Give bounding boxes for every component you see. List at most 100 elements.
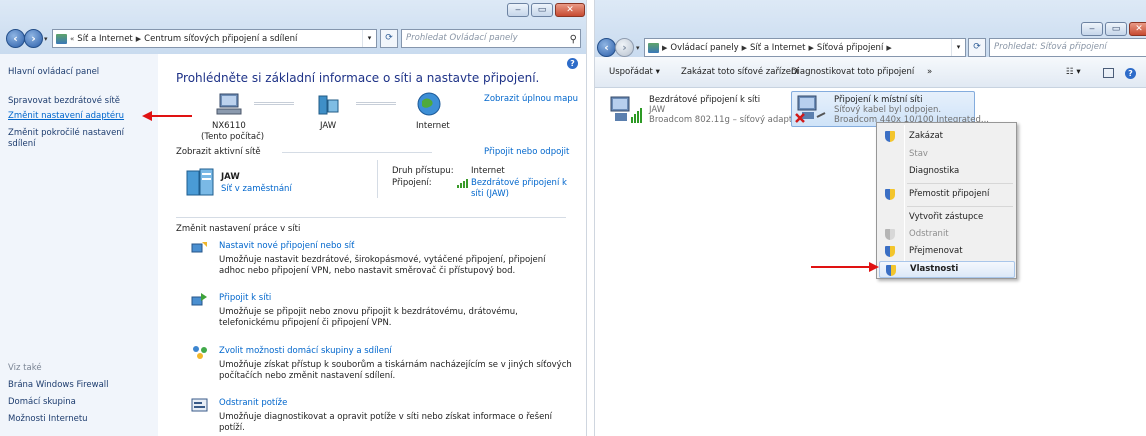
- connect-disconnect-link[interactable]: Připojit nebo odpojit: [484, 147, 569, 157]
- sidebar-item-change-adapter-settings[interactable]: Změnit nastavení adaptéru: [8, 111, 124, 121]
- preview-pane-icon[interactable]: [1103, 68, 1114, 78]
- sidebar-item-control-panel-home[interactable]: Hlavní ovládací panel: [8, 67, 99, 77]
- menu-item-diagnose[interactable]: Diagnostika: [879, 163, 1015, 180]
- organize-label: Uspořádat: [609, 67, 653, 77]
- sidebar-item-advanced-sharing[interactable]: Změnit pokročilé nastavení: [8, 128, 124, 138]
- menu-item-disable[interactable]: Zakázat: [879, 128, 1015, 145]
- search-input[interactable]: Prohledat Ovládací panely ⚲: [401, 29, 581, 48]
- vertical-divider: [377, 160, 378, 198]
- maximize-button[interactable]: ▭: [531, 3, 553, 17]
- sidebar-item-advanced-sharing-line2[interactable]: sdílení: [8, 139, 36, 149]
- title-and-address-bar: ‒ ▭ ✕ ‹ › ▾ « Síť a Internet ▶ Centrum s…: [0, 0, 586, 54]
- search-placeholder: Prohledat Ovládací panely: [406, 33, 518, 43]
- adapter-status: JAW: [649, 105, 666, 115]
- refresh-button[interactable]: ⟳: [380, 29, 398, 48]
- menu-item-properties[interactable]: Vlastnosti: [879, 261, 1015, 278]
- task-homegroup-desc: Umožňuje získat přístup k souborům a tis…: [219, 360, 572, 381]
- map-link-line: [254, 102, 294, 105]
- change-view-button[interactable]: ☷ ▾: [1066, 67, 1081, 77]
- menu-item-status[interactable]: Stav: [879, 146, 1015, 163]
- control-panel-folder-icon: [648, 42, 659, 53]
- node-computer-sublabel: (Tento počítač): [201, 132, 265, 142]
- sidebar-item-manage-wireless[interactable]: Spravovat bezdrátové sítě: [8, 96, 120, 106]
- forward-button[interactable]: ›: [24, 29, 43, 48]
- globe-icon: [417, 92, 441, 116]
- help-icon[interactable]: ?: [567, 58, 578, 69]
- breadcrumb-network-connections[interactable]: Síťová připojení: [817, 43, 883, 53]
- menu-item-delete[interactable]: Odstranit: [879, 226, 1015, 243]
- breadcrumb-network-internet[interactable]: Síť a Internet: [750, 43, 805, 53]
- connection-link-line2[interactable]: síti (JAW): [471, 189, 509, 199]
- breadcrumb-control-panel[interactable]: Ovládací panely: [670, 43, 738, 53]
- back-arrow-icon: ‹: [13, 32, 18, 45]
- red-arrow-icon: [869, 262, 879, 272]
- window-caption-buttons: ‒ ▭ ✕: [1081, 22, 1146, 36]
- diagnose-button[interactable]: Diagnostikovat toto připojení: [791, 67, 914, 77]
- sidebar-item-firewall[interactable]: Brána Windows Firewall: [8, 380, 109, 390]
- uac-shield-icon: [885, 229, 895, 240]
- signal-bars-icon: [457, 179, 468, 188]
- forward-arrow-icon: ›: [31, 32, 36, 45]
- forward-button[interactable]: ›: [615, 38, 634, 57]
- menu-item-create-shortcut[interactable]: Vytvořit zástupce: [879, 209, 1015, 226]
- sidebar-item-internet-options[interactable]: Možnosti Internetu: [8, 414, 88, 424]
- address-bar[interactable]: ▶ Ovládací panely ▶ Síť a Internet ▶ Síť…: [644, 38, 966, 57]
- adapter-name: Připojení k místní síti: [834, 95, 923, 105]
- help-icon[interactable]: ?: [1125, 68, 1136, 79]
- minimize-button[interactable]: ‒: [1081, 22, 1103, 36]
- full-map-link[interactable]: Zobrazit úplnou mapu: [484, 94, 578, 104]
- computer-icon: [216, 93, 242, 115]
- task-new-connection-desc: Umožňuje nastavit bezdrátové, širokopásm…: [219, 255, 546, 276]
- refresh-button[interactable]: ⟳: [968, 38, 986, 57]
- task-troubleshoot-link[interactable]: Odstranit potíže: [219, 398, 287, 408]
- wireless-adapter-icon: [610, 96, 642, 123]
- new-connection-icon: [191, 242, 207, 253]
- menu-item-bridge[interactable]: Přemostit připojení: [879, 186, 1015, 203]
- recent-pages-dropdown[interactable]: ▾: [44, 35, 48, 43]
- back-button[interactable]: ‹: [6, 29, 25, 48]
- maximize-button[interactable]: ▭: [1105, 22, 1127, 36]
- address-dropdown-icon[interactable]: ▾: [951, 39, 965, 56]
- task-homegroup-link[interactable]: Zvolit možnosti domácí skupiny a sdílení: [219, 346, 392, 356]
- recent-pages-dropdown[interactable]: ▾: [636, 44, 640, 52]
- adapter-status: Síťový kabel byl odpojen.: [834, 105, 942, 115]
- address-bar[interactable]: « Síť a Internet ▶ Centrum síťových přip…: [52, 29, 377, 48]
- network-name: JAW: [221, 172, 240, 182]
- work-network-icon: [186, 168, 214, 196]
- address-dropdown-icon[interactable]: ▾: [362, 30, 376, 47]
- wireless-adapter-item[interactable]: Bezdrátové připojení k síti JAW Broadcom…: [607, 93, 801, 127]
- minimize-button[interactable]: ‒: [507, 3, 529, 17]
- view-icon: ☷: [1066, 67, 1074, 77]
- sidebar: Hlavní ovládací panel Spravovat bezdráto…: [0, 54, 158, 436]
- command-bar: Uspořádat ▾ Zakázat toto síťové zařízení…: [595, 57, 1146, 88]
- task-connect-desc: Umožňuje se připojit nebo znovu připojit…: [219, 307, 518, 328]
- task-connect-link[interactable]: Připojit k síti: [219, 293, 271, 303]
- connection-link[interactable]: Bezdrátové připojení k: [471, 178, 567, 188]
- close-button[interactable]: ✕: [555, 3, 585, 17]
- search-placeholder: Prohledat: Síťová připojení: [994, 42, 1107, 52]
- network-type-link[interactable]: Síť v zaměstnání: [221, 184, 292, 194]
- node-computer-label: NX6110: [212, 121, 246, 131]
- organize-button[interactable]: Uspořádat ▾: [609, 67, 660, 77]
- back-button[interactable]: ‹: [597, 38, 616, 57]
- menu-item-rename[interactable]: Přejmenovat: [879, 243, 1015, 260]
- uac-shield-icon: [886, 265, 896, 276]
- map-link-line: [356, 102, 396, 105]
- access-type-value: Internet: [471, 166, 505, 176]
- task-new-connection-link[interactable]: Nastavit nové připojení nebo síť: [219, 241, 354, 251]
- router-icon: [318, 95, 339, 115]
- see-also-header: Viz také: [8, 363, 42, 373]
- search-input[interactable]: Prohledat: Síťová připojení: [989, 38, 1146, 57]
- disable-device-button[interactable]: Zakázat toto síťové zařízení: [681, 67, 799, 77]
- network-connections-window: ‒ ▭ ✕ ‹ › ▾ ▶ Ovládací panely ▶ Síť a In…: [594, 0, 1146, 436]
- uac-shield-icon: [885, 189, 895, 200]
- main-content: ? Prohlédněte si základní informace o sí…: [158, 54, 586, 436]
- access-type-label: Druh přístupu:: [392, 166, 454, 176]
- breadcrumb-sharing-center[interactable]: Centrum síťových připojení a sdílení: [144, 34, 297, 44]
- breadcrumb-network-internet[interactable]: Síť a Internet: [77, 34, 132, 44]
- more-commands-button[interactable]: »: [927, 67, 932, 77]
- close-button[interactable]: ✕: [1129, 22, 1146, 36]
- lan-adapter-icon: [795, 95, 826, 123]
- change-settings-header: Změnit nastavení práce v síti: [176, 224, 301, 234]
- sidebar-item-homegroup[interactable]: Domácí skupina: [8, 397, 76, 407]
